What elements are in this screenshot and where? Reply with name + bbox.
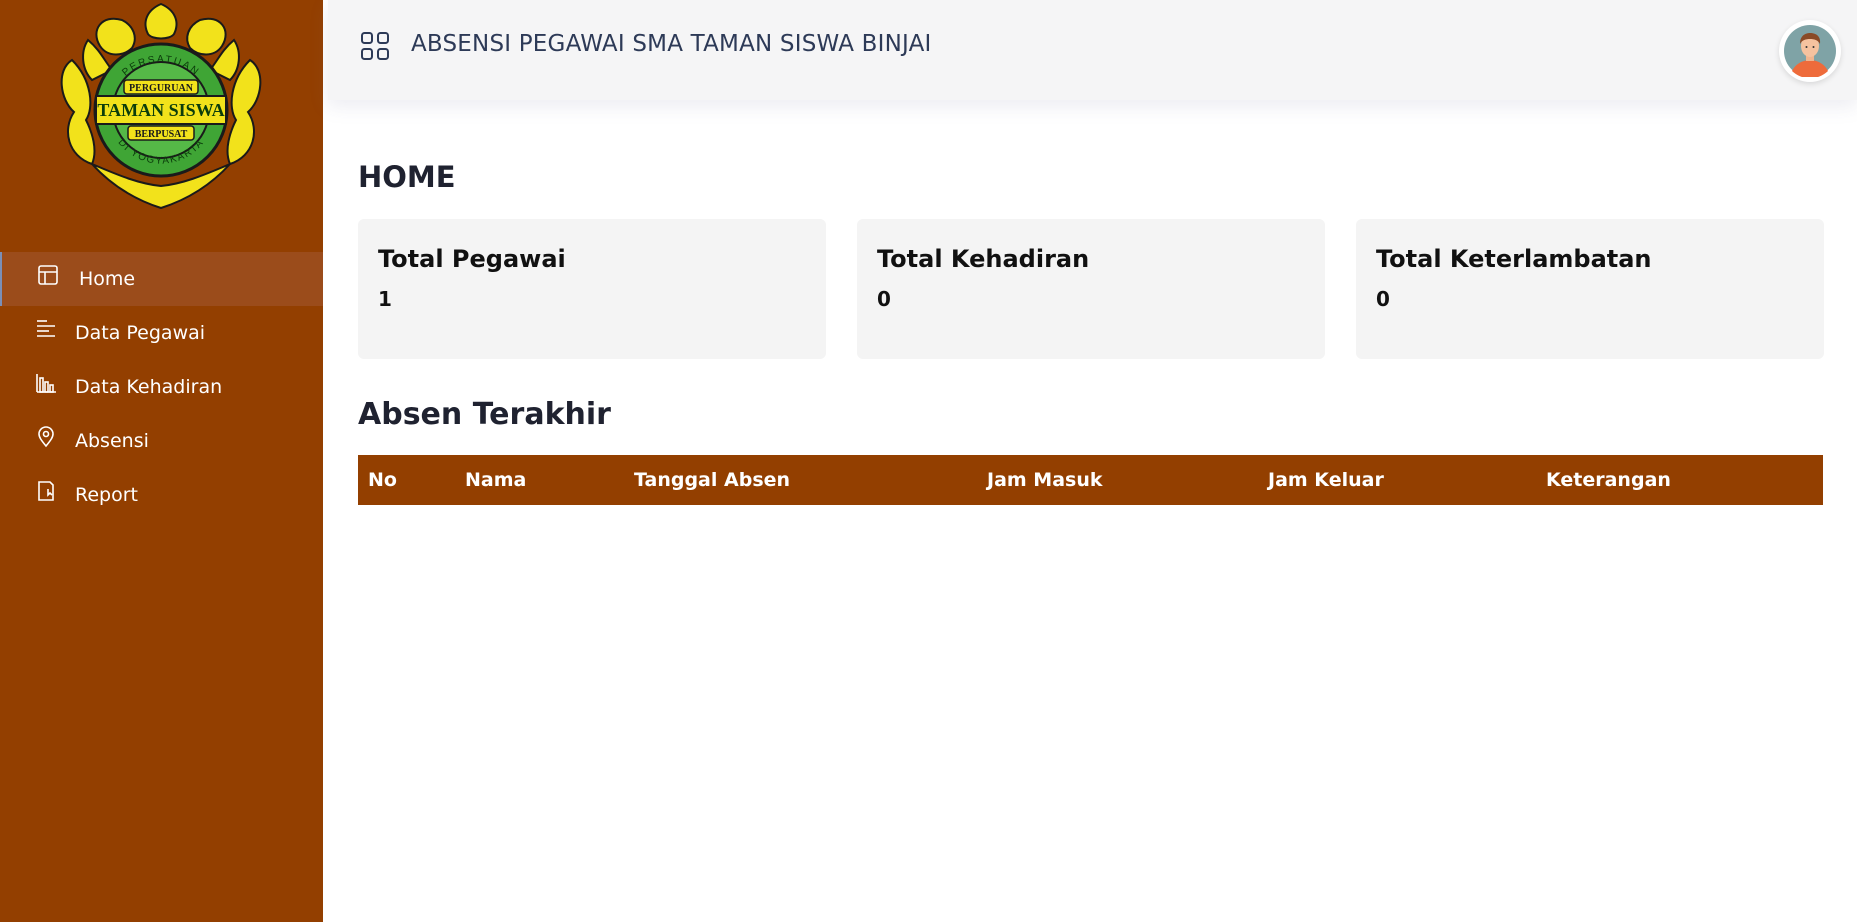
- sidebar-item-data-pegawai[interactable]: Data Pegawai: [0, 306, 323, 360]
- column-header-jam-keluar[interactable]: Jam Keluar: [1268, 469, 1384, 491]
- column-header-keterangan[interactable]: Keterangan: [1546, 469, 1671, 491]
- bar-chart-icon: [34, 371, 58, 395]
- user-avatar[interactable]: [1779, 20, 1841, 82]
- column-header-tanggal-absen[interactable]: Tanggal Absen: [634, 469, 790, 491]
- svg-text:PERGURUAN: PERGURUAN: [129, 83, 194, 94]
- svg-text:TAMAN SISWA: TAMAN SISWA: [97, 100, 224, 120]
- stat-card-total-keterlambatan: Total Keterlambatan 0: [1356, 219, 1824, 359]
- taman-siswa-logo: PERGURUAN TAMAN SISWA BERPUSAT PERSATUAN…: [52, 0, 270, 214]
- sidebar-item-label: Absensi: [75, 430, 149, 452]
- list-icon: [34, 317, 58, 341]
- column-header-jam-masuk[interactable]: Jam Masuk: [987, 469, 1103, 491]
- attendance-table-header: No Nama Tanggal Absen Jam Masuk Jam Kelu…: [358, 455, 1823, 505]
- sidebar-item-label: Home: [79, 268, 136, 290]
- stat-card-title: Total Keterlambatan: [1376, 245, 1652, 273]
- stat-card-value: 0: [877, 287, 891, 311]
- sidebar-item-home[interactable]: Home: [0, 252, 323, 306]
- grid-menu-icon[interactable]: [360, 31, 390, 61]
- sidebar-item-report[interactable]: Report: [0, 468, 323, 522]
- column-header-nama[interactable]: Nama: [465, 469, 526, 491]
- column-header-no[interactable]: No: [368, 469, 397, 491]
- sidebar: PERGURUAN TAMAN SISWA BERPUSAT PERSATUAN…: [0, 0, 323, 922]
- layout-icon: [36, 263, 60, 287]
- svg-text:BERPUSAT: BERPUSAT: [135, 129, 188, 140]
- sidebar-item-absensi[interactable]: Absensi: [0, 414, 323, 468]
- document-icon: [34, 479, 58, 503]
- stat-card-value: 0: [1376, 287, 1390, 311]
- sidebar-item-label: Data Pegawai: [75, 322, 206, 344]
- location-pin-icon: [34, 425, 58, 449]
- app-title: ABSENSI PEGAWAI SMA TAMAN SISWA BINJAI: [411, 31, 932, 57]
- section-title: Absen Terakhir: [358, 397, 611, 432]
- top-header: ABSENSI PEGAWAI SMA TAMAN SISWA BINJAI: [328, 0, 1857, 100]
- page-title: HOME: [358, 160, 456, 194]
- sidebar-item-data-kehadiran[interactable]: Data Kehadiran: [0, 360, 323, 414]
- stat-card-total-pegawai: Total Pegawai 1: [358, 219, 826, 359]
- sidebar-nav: Home Data Pegawai Data Kehadiran Absensi…: [0, 252, 323, 522]
- sidebar-item-label: Report: [75, 484, 138, 506]
- stat-card-title: Total Kehadiran: [877, 245, 1090, 273]
- stat-card-title: Total Pegawai: [378, 245, 566, 273]
- stat-card-total-kehadiran: Total Kehadiran 0: [857, 219, 1325, 359]
- stat-card-value: 1: [378, 287, 392, 311]
- sidebar-item-label: Data Kehadiran: [75, 376, 223, 398]
